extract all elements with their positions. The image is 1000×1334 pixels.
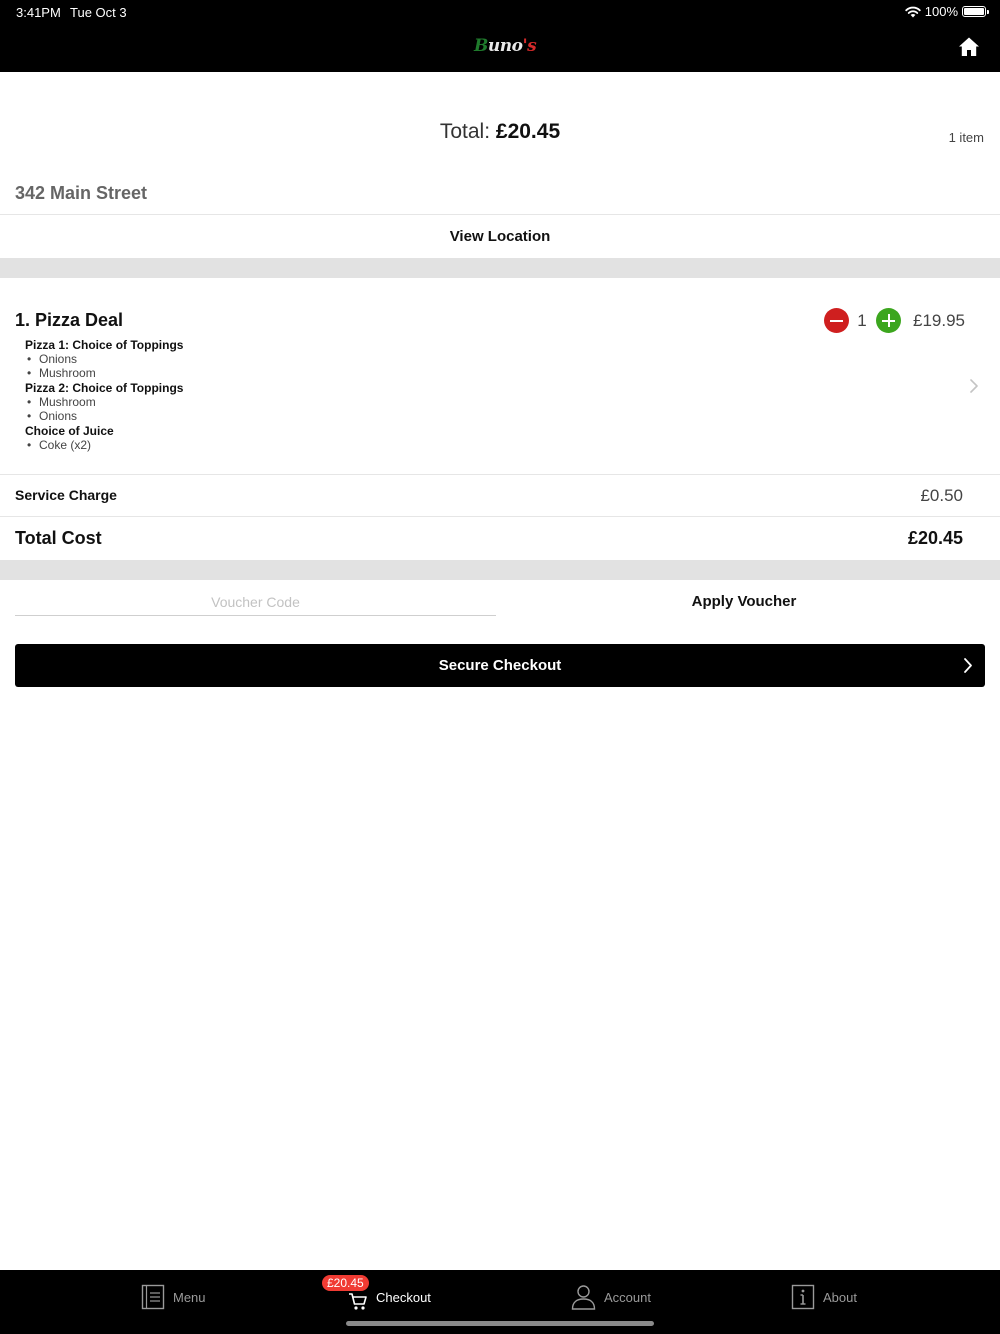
option-choice: • Mushroom (27, 366, 96, 380)
home-icon[interactable] (958, 36, 980, 58)
status-date: Tue Oct 3 (70, 5, 127, 20)
service-charge-value: £0.50 (920, 486, 963, 505)
tab-label: About (823, 1289, 857, 1305)
divider (0, 474, 1000, 475)
total-cost-value: £20.45 (907, 528, 963, 548)
top-bar: 3:41PM Tue Oct 3 100% Buno's (0, 0, 1000, 72)
cart-item-title: 1. Pizza Deal (15, 310, 124, 330)
quantity-value: 1 (857, 311, 867, 330)
chevron-right-icon[interactable] (969, 378, 979, 394)
status-indicators: 100% (905, 4, 989, 19)
tab-label: Account (604, 1289, 651, 1305)
option-choice: • Mushroom (27, 395, 96, 409)
wifi-icon (905, 6, 921, 17)
total-cost-label: Total Cost (15, 528, 102, 548)
cart-total-badge: £20.45 (322, 1275, 369, 1291)
menu-book-icon (141, 1284, 165, 1310)
option-group: Choice of Juice (25, 424, 114, 438)
option-choice: • Onions (27, 409, 78, 423)
tab-label: Menu (173, 1289, 206, 1305)
battery-percent: 100% (924, 4, 958, 19)
item-count: 1 item (948, 130, 984, 145)
option-group: Pizza 1: Choice of Toppings (25, 338, 184, 352)
battery-icon (962, 6, 989, 17)
apply-voucher-button[interactable]: Apply Voucher (500, 589, 988, 615)
tab-menu[interactable]: Menu (141, 1270, 206, 1324)
view-location-button[interactable]: View Location (0, 215, 1000, 258)
chevron-right-icon (964, 658, 972, 673)
option-group: Pizza 2: Choice of Toppings (25, 381, 184, 395)
increase-quantity-button[interactable] (876, 308, 901, 333)
cart-icon (349, 1293, 367, 1310)
cart-item-price: £19.95 (913, 311, 965, 330)
order-total: Total: £20.45 (439, 120, 561, 143)
status-time: 3:41PM (16, 5, 61, 20)
secure-checkout-button[interactable]: Secure Checkout (15, 644, 985, 687)
tab-account[interactable]: Account (571, 1270, 651, 1324)
store-address: 342 Main Street (15, 183, 148, 203)
option-choice: • Coke (x2) (27, 438, 92, 452)
section-separator (0, 560, 1000, 580)
secure-checkout-label: Secure Checkout (438, 657, 562, 674)
person-icon (571, 1285, 596, 1310)
section-separator (0, 258, 1000, 278)
voucher-code-input[interactable] (15, 588, 496, 616)
decrease-quantity-button[interactable] (824, 308, 849, 333)
info-icon (791, 1284, 815, 1310)
tab-about[interactable]: About (791, 1270, 857, 1324)
service-charge-label: Service Charge (15, 487, 117, 503)
order-total-value: £20.45 (495, 120, 561, 143)
home-indicator[interactable] (346, 1321, 654, 1326)
brand-logo: Buno's (474, 36, 537, 56)
divider (0, 516, 1000, 517)
option-choice: • Onions (27, 352, 78, 366)
tab-label: Checkout (376, 1289, 431, 1305)
